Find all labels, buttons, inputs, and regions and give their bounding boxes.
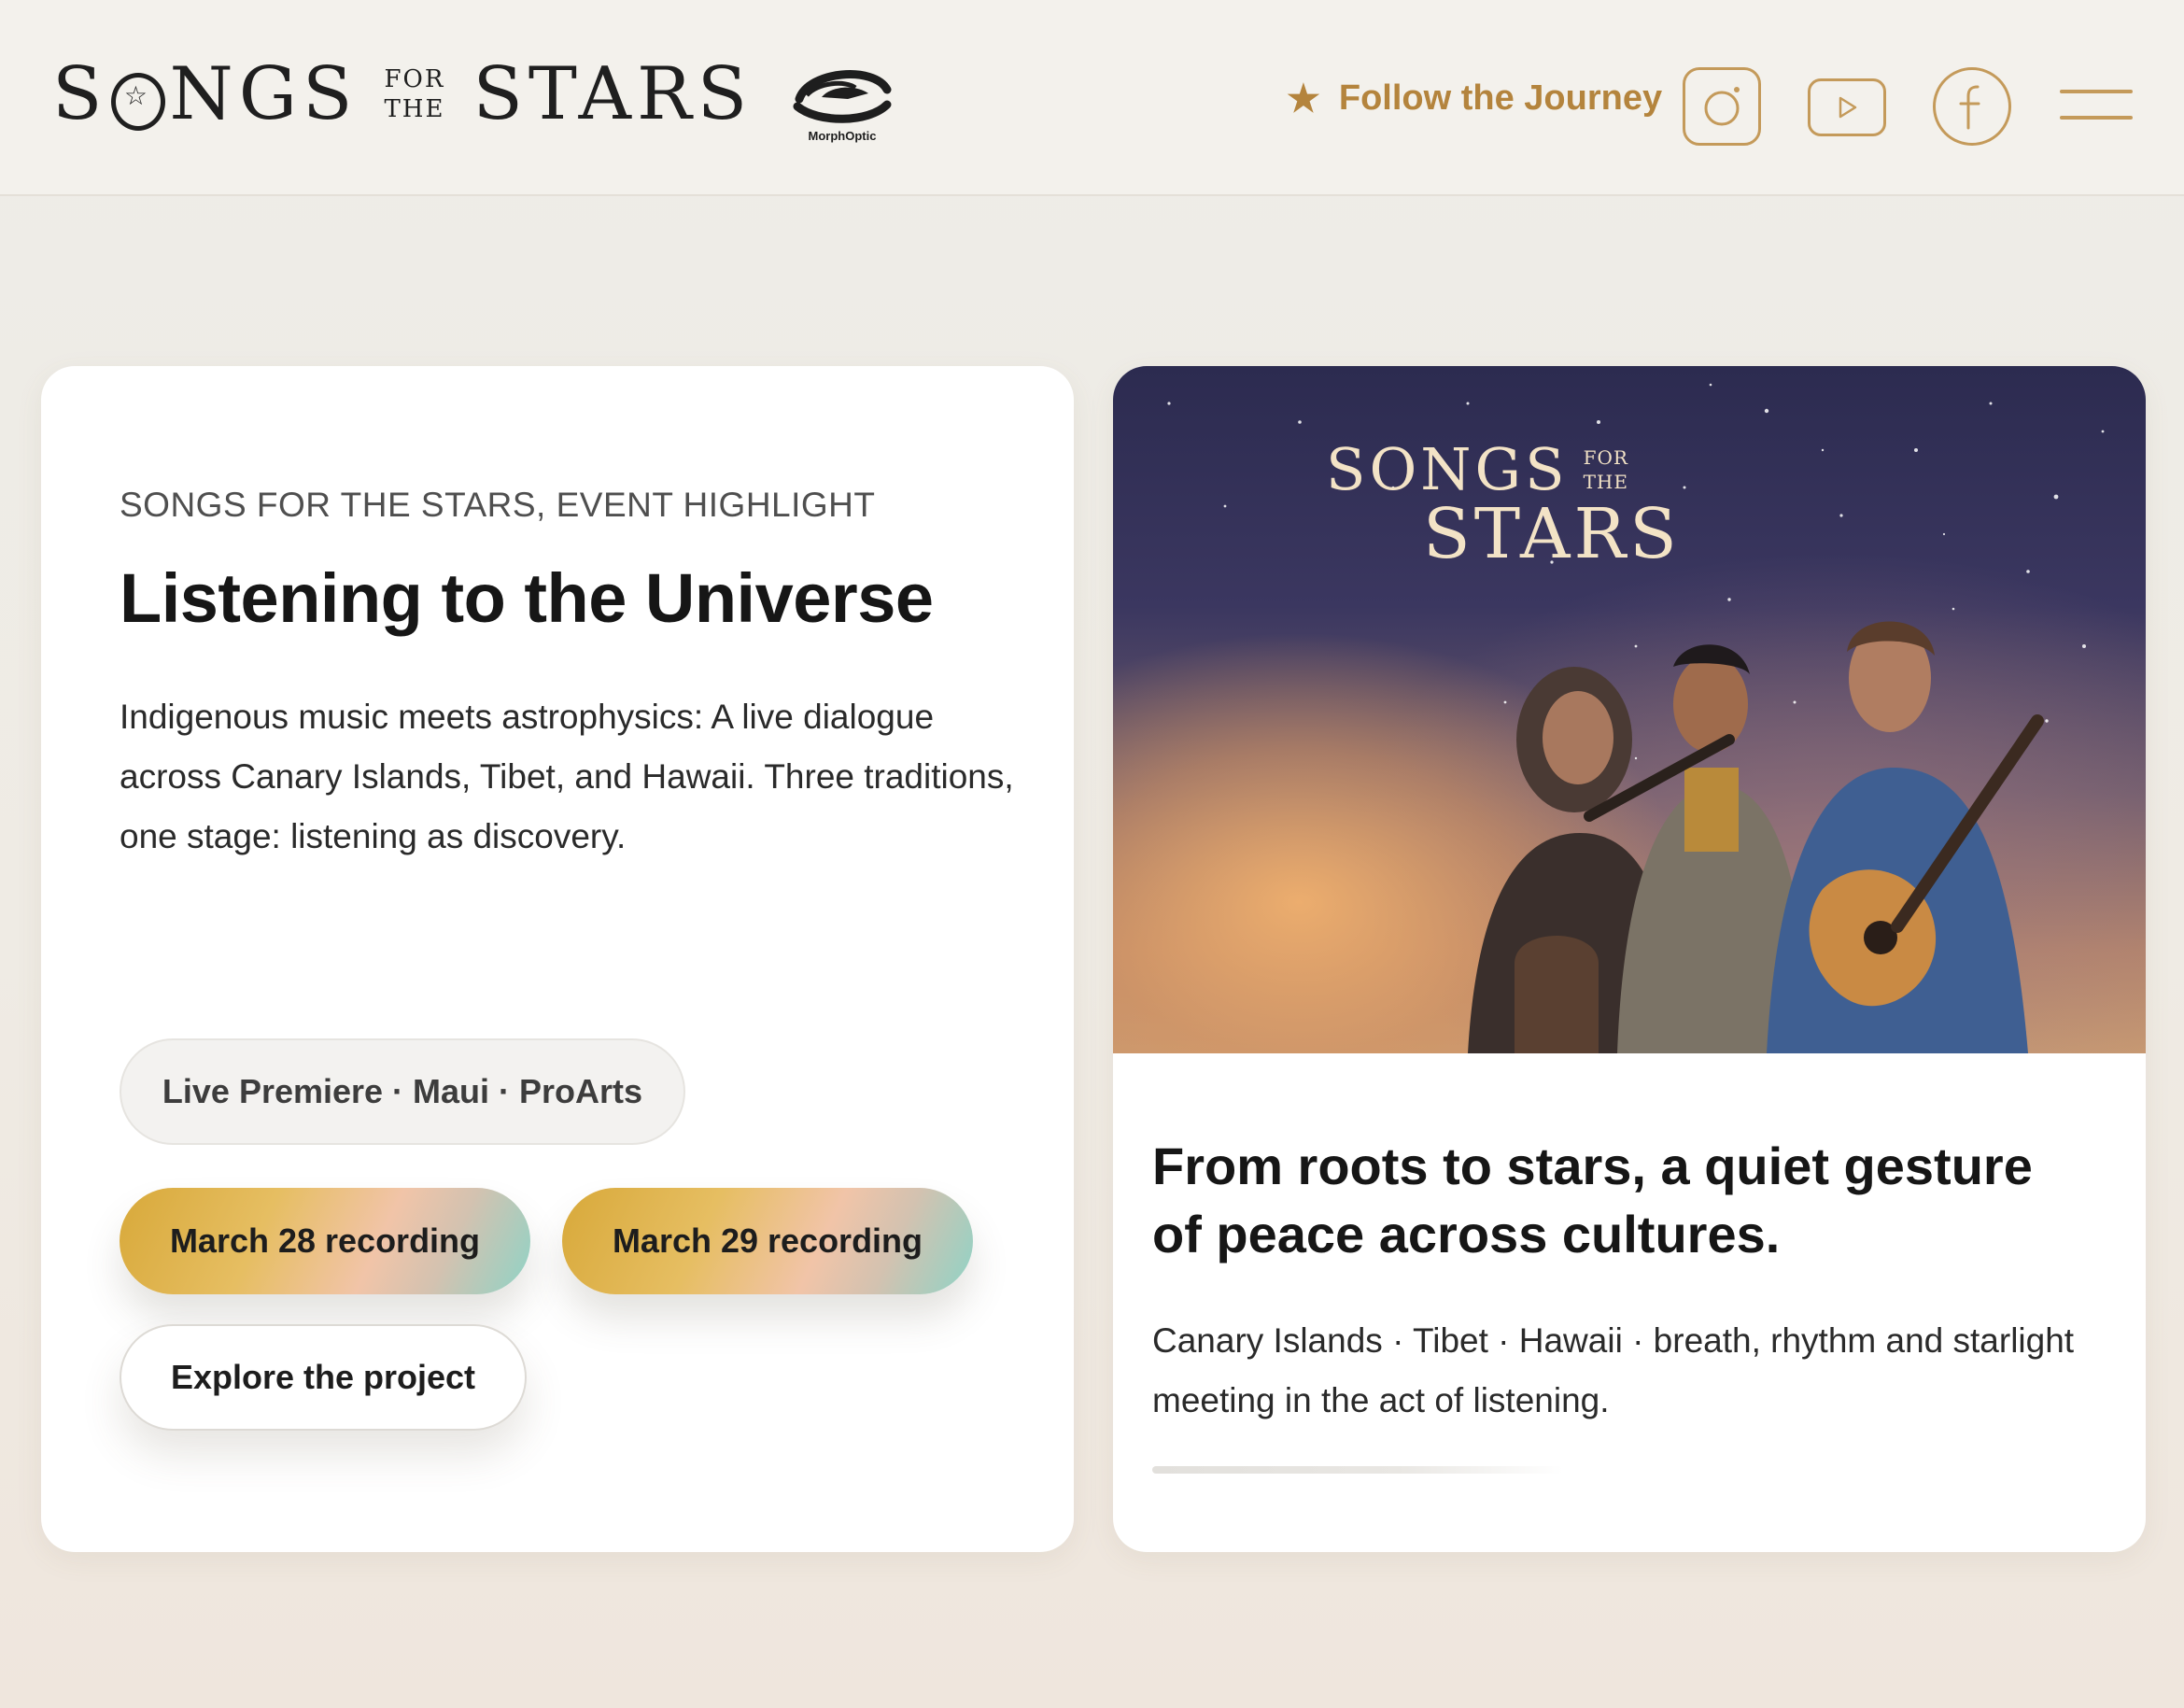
morphoptic-logo[interactable]: MorphOptic [790,62,895,148]
star-icon: ★ [1287,78,1320,120]
brand-word-1: S ☆ NGS [52,52,359,136]
instagram-icon [1704,87,1740,126]
youtube-icon [1839,96,1857,119]
event-highlight-card: SONGS FOR THE STARS, EVENT HIGHLIGHT Lis… [41,366,1074,1552]
march-29-recording-button[interactable]: March 29 recording [562,1188,973,1294]
musicians-hero-image: SONGS FOR THE STARS [1113,366,2146,1053]
march-28-recording-button[interactable]: March 28 recording [120,1188,530,1294]
brand-small-words: FOR THE [384,64,445,124]
event-eyebrow: SONGS FOR THE STARS, EVENT HIGHLIGHT [120,486,876,524]
hamburger-menu-icon-bar [2060,116,2133,120]
musicians-silhouettes [1468,621,2044,1053]
feature-card: SONGS FOR THE STARS From roots to stars,… [1113,366,2146,1552]
feature-subtitle: Canary Islands · Tibet · Hawaii · breath… [1152,1321,2075,1419]
menu-button[interactable] [2060,90,2133,123]
carousel-progress-bar [1152,1466,1563,1474]
instagram-button[interactable] [1683,67,1761,146]
follow-label: Follow the Journey [1338,78,1663,118]
brand-logo[interactable]: S ☆ NGS FOR THE STARS [52,58,753,131]
facebook-button[interactable] [1933,67,2011,146]
event-location-tag: Live Premiere · Maui · ProArts [120,1038,685,1145]
brand-word-2: STARS [472,52,754,136]
event-title: Listening to the Universe [120,559,934,637]
feature-quote: From roots to stars, a quiet gesture of … [1152,1136,2033,1263]
youtube-button[interactable] [1808,78,1886,136]
hero-songs-logo: SONGS FOR THE STARS [1326,435,1681,574]
event-description: Indigenous music meets astrophysics: A l… [120,698,1014,855]
hamburger-menu-icon [2060,90,2133,93]
explore-project-button[interactable]: Explore the project [120,1324,527,1431]
star-circle-icon: ☆ [111,72,166,131]
follow-the-journey-link[interactable]: ★ Follow the Journey [1287,78,1662,119]
facebook-icon [1959,85,1980,130]
morphoptic-eye-icon [793,70,892,123]
morphoptic-label: MorphOptic [808,129,877,143]
site-header: S ☆ NGS FOR THE STARS MorphOptic ★ Follow … [0,0,2184,196]
